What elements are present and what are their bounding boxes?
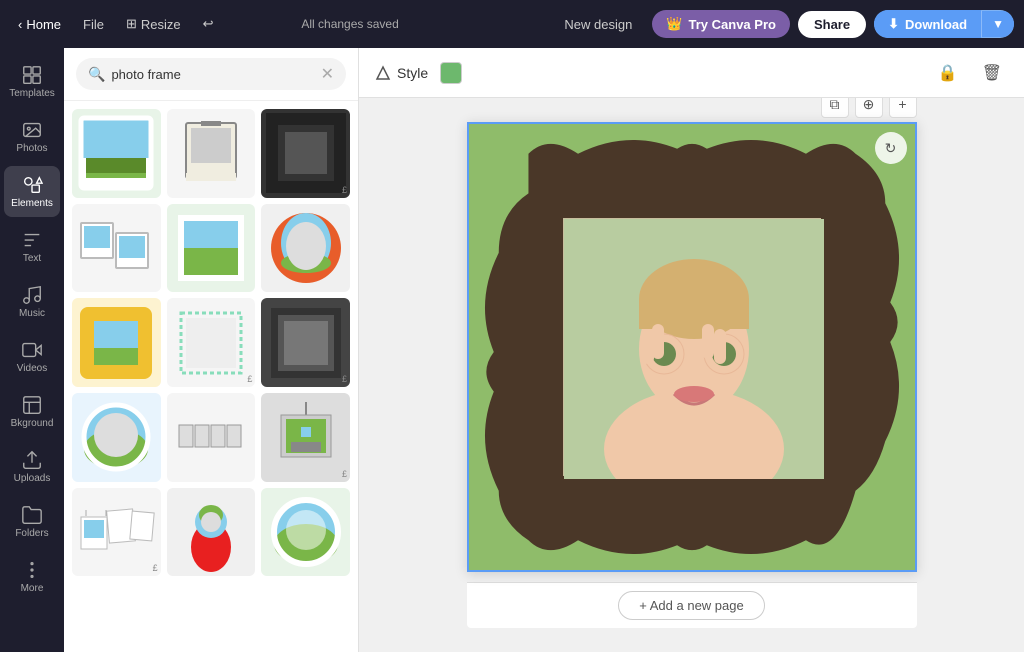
list-item[interactable]: [167, 109, 256, 198]
canvas-scroll[interactable]: ⧉ ⊕ +: [359, 98, 1024, 652]
style-icon: [375, 65, 391, 81]
sidebar-label-templates: Templates: [9, 88, 55, 99]
sidebar-item-more[interactable]: More: [4, 551, 60, 602]
sidebar-label-elements: Elements: [11, 198, 53, 209]
list-item[interactable]: [167, 393, 256, 482]
download-group: ⬇ Download ▼: [874, 10, 1014, 38]
add-page-bar: + Add a new page: [467, 582, 917, 628]
canva-pro-label: Try Canva Pro: [689, 17, 776, 32]
search-results: £: [64, 101, 358, 652]
selection-controls: ⧉ ⊕ +: [821, 98, 917, 118]
canvas-page[interactable]: ↻: [467, 122, 917, 572]
sidebar-item-music[interactable]: Music: [4, 276, 60, 327]
list-item[interactable]: £: [261, 393, 350, 482]
file-button[interactable]: File: [75, 13, 112, 36]
sidebar-label-bkground: Bkground: [11, 418, 54, 429]
search-input[interactable]: [111, 67, 314, 82]
undo-button[interactable]: ↩: [195, 12, 222, 36]
sidebar-item-folders[interactable]: Folders: [4, 496, 60, 547]
list-item[interactable]: £: [261, 109, 350, 198]
style-text: Style: [397, 65, 428, 81]
pro-badge: £: [342, 185, 347, 195]
sidebar-item-photos[interactable]: Photos: [4, 111, 60, 162]
download-label: Download: [905, 17, 967, 32]
resize-button[interactable]: ⊞ Resize: [118, 12, 189, 36]
list-item[interactable]: [167, 488, 256, 577]
resize-icon: ⊞: [126, 16, 137, 32]
sidebar: Templates Photos Elements Text Music Vid…: [0, 48, 64, 652]
canvas-page-container: ⧉ ⊕ +: [467, 122, 917, 572]
canvas-toolbar: Style 🔒 🗑: [359, 48, 1024, 98]
home-label: Home: [26, 17, 61, 32]
list-item[interactable]: [261, 488, 350, 577]
canva-pro-button[interactable]: 👑 Try Canva Pro: [652, 10, 790, 38]
search-input-wrap: 🔍 ✕: [76, 58, 346, 90]
search-bar: 🔍 ✕: [64, 48, 358, 101]
undo-icon: ↩: [203, 16, 214, 32]
photo-content: [564, 219, 824, 479]
duplicate-button[interactable]: ⊕: [855, 98, 883, 118]
share-button[interactable]: Share: [798, 11, 866, 38]
top-navigation: ‹ Home File ⊞ Resize ↩ All changes saved…: [0, 0, 1024, 48]
sidebar-label-uploads: Uploads: [14, 473, 51, 484]
sidebar-label-more: More: [21, 583, 44, 594]
style-label: Style: [375, 65, 428, 81]
list-item[interactable]: [72, 298, 161, 387]
list-item[interactable]: [167, 204, 256, 293]
list-item[interactable]: £: [261, 298, 350, 387]
sidebar-label-photos: Photos: [16, 143, 47, 154]
crown-icon: 👑: [666, 16, 682, 32]
pro-badge: £: [153, 563, 158, 573]
list-item[interactable]: £: [167, 298, 256, 387]
download-button[interactable]: ⬇ Download: [874, 10, 981, 38]
style-color-swatch[interactable]: [440, 62, 462, 84]
pro-badge: £: [342, 469, 347, 479]
autosave-status: All changes saved: [301, 17, 398, 31]
search-clear-button[interactable]: ✕: [321, 64, 334, 84]
list-item[interactable]: £: [72, 488, 161, 577]
copy-button[interactable]: ⧉: [821, 98, 849, 118]
new-design-button[interactable]: New design: [552, 11, 644, 38]
resize-label: Resize: [141, 17, 181, 32]
list-item[interactable]: [72, 393, 161, 482]
sidebar-item-elements[interactable]: Elements: [4, 166, 60, 217]
sidebar-item-bkground[interactable]: Bkground: [4, 386, 60, 437]
main-area: Templates Photos Elements Text Music Vid…: [0, 48, 1024, 652]
chevron-left-icon: ‹: [18, 17, 22, 32]
nav-right-actions: New design 👑 Try Canva Pro Share ⬇ Downl…: [552, 10, 1014, 38]
sidebar-item-uploads[interactable]: Uploads: [4, 441, 60, 492]
download-icon: ⬇: [888, 16, 899, 32]
sidebar-label-text: Text: [23, 253, 41, 264]
sidebar-item-text[interactable]: Text: [4, 221, 60, 272]
list-item[interactable]: [72, 109, 161, 198]
refresh-button[interactable]: ↻: [875, 132, 907, 164]
canvas-area: Style 🔒 🗑 ⧉ ⊕ +: [359, 48, 1024, 652]
list-item[interactable]: [261, 204, 350, 293]
download-dropdown-button[interactable]: ▼: [981, 11, 1014, 37]
list-item[interactable]: [72, 204, 161, 293]
sidebar-label-folders: Folders: [15, 528, 48, 539]
sidebar-item-templates[interactable]: Templates: [4, 56, 60, 107]
sidebar-label-music: Music: [19, 308, 45, 319]
file-label: File: [83, 17, 104, 32]
canvas-page-wrap: ⧉ ⊕ +: [467, 122, 917, 628]
search-panel: 🔍 ✕: [64, 48, 359, 652]
sidebar-label-videos: Videos: [17, 363, 47, 374]
lock-button[interactable]: 🔒: [932, 57, 964, 89]
home-button[interactable]: ‹ Home: [10, 13, 69, 36]
pro-badge: £: [247, 374, 252, 384]
sidebar-item-videos[interactable]: Videos: [4, 331, 60, 382]
search-icon: 🔍: [88, 66, 105, 83]
pro-badge: £: [342, 374, 347, 384]
add-button[interactable]: +: [889, 98, 917, 118]
delete-button[interactable]: 🗑: [976, 57, 1008, 89]
add-page-button[interactable]: + Add a new page: [618, 591, 764, 620]
